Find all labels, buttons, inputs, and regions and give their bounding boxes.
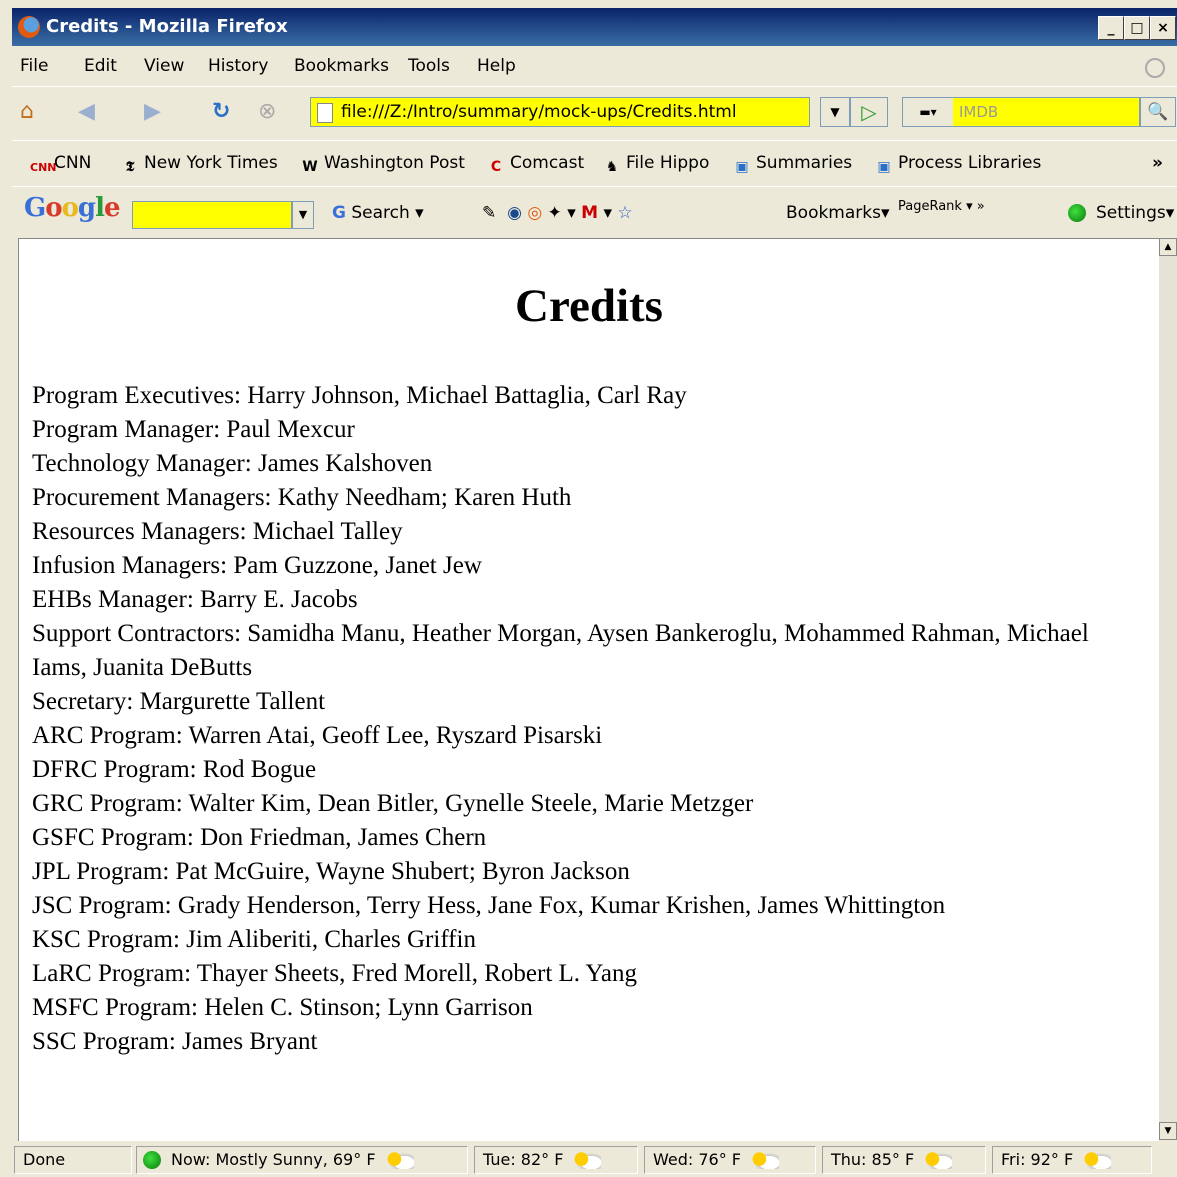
scroll-down-icon[interactable]: ▼ [1159, 1122, 1177, 1140]
maximize-button[interactable]: □ [1124, 16, 1150, 40]
weather-now[interactable]: Now: Mostly Sunny, 69° F [136, 1146, 468, 1174]
google-toolbar: Google ▼ G Search ▾ ✎ ◉ ◎ ✦ ▾ M ▾ ☆ Book… [12, 186, 1177, 235]
vertical-scrollbar[interactable]: ▲ ▼ [1159, 238, 1177, 1140]
page-heading: Credits [515, 280, 663, 332]
credit-line: Program Executives: Harry Johnson, Micha… [32, 382, 687, 409]
pagerank-indicator[interactable]: PageRank ▾ » [898, 199, 985, 214]
title-bar[interactable]: Credits - Mozilla Firefox _ □ × [12, 8, 1177, 46]
forward-icon[interactable]: ▶ [144, 99, 161, 124]
partly-sunny-icon [573, 1151, 602, 1169]
weather-tue[interactable]: Tue: 82° F [474, 1146, 638, 1174]
google-search-dropdown[interactable]: ▼ [292, 201, 314, 229]
credit-line: SSC Program: James Bryant [32, 1028, 318, 1055]
credits-list: Program Executives: Harry Johnson, Micha… [32, 379, 1142, 1059]
cnn-icon: CNN [30, 161, 57, 174]
google-g-icon: G [332, 203, 346, 223]
search-engine-selector[interactable]: ▬▾ [903, 98, 953, 126]
weather-fri[interactable]: Fri: 92° F [992, 1146, 1152, 1174]
page-content: Credits Program Executives: Harry Johnso… [18, 238, 1159, 1141]
partly-sunny-icon [751, 1151, 780, 1169]
navigation-toolbar: ⌂ ◀ ▶ ↻ ⊗ file:///Z:/Intro/summary/mock-… [12, 86, 1177, 139]
partly-sunny-icon [385, 1151, 414, 1169]
credit-line: Secretary: Margurette Tallent [32, 688, 326, 715]
page-bookmark-icon: ▣ [735, 159, 749, 175]
credit-line: Procurement Managers: Kathy Needham; Kar… [32, 484, 572, 511]
stop-icon[interactable]: ⊗ [258, 99, 276, 124]
address-dropdown-button[interactable]: ▼ [820, 97, 850, 127]
google-logo: Google [24, 193, 121, 223]
credit-line: Iams, Juanita DeButts [32, 654, 253, 681]
credit-line: KSC Program: Jim Aliberiti, Charles Grif… [32, 926, 476, 953]
credit-line: GSFC Program: Don Friedman, James Chern [32, 824, 487, 851]
bookmark-new-york-times[interactable]: 𝕿 New York Times [120, 153, 278, 177]
credit-line: ARC Program: Warren Atai, Geoff Lee, Rys… [32, 722, 603, 749]
go-button[interactable]: ▷ [850, 97, 888, 127]
status-bar: Done Now: Mostly Sunny, 69° F Tue: 82° F… [12, 1142, 1177, 1177]
back-icon[interactable]: ◀ [78, 99, 95, 124]
menu-bookmarks[interactable]: Bookmarks [294, 56, 389, 76]
washington-post-icon: W [302, 159, 318, 175]
menu-history[interactable]: History [208, 56, 268, 76]
bookmarks-overflow-icon[interactable]: » [1152, 153, 1163, 173]
browser-window: Credits - Mozilla Firefox _ □ × File Edi… [12, 8, 1177, 1177]
weather-status-icon [143, 1151, 161, 1169]
window-title: Credits - Mozilla Firefox [46, 16, 288, 37]
credit-line: LaRC Program: Thayer Sheets, Fred Morell… [32, 960, 638, 987]
google-search-input[interactable] [132, 201, 292, 229]
address-text[interactable]: file:///Z:/Intro/summary/mock-ups/Credit… [341, 102, 737, 122]
settings-status-icon [1068, 204, 1086, 222]
comcast-icon: C [490, 159, 502, 175]
menu-edit[interactable]: Edit [84, 56, 117, 76]
status-text: Done [14, 1146, 132, 1174]
partly-sunny-icon [924, 1151, 953, 1169]
menu-help[interactable]: Help [477, 56, 516, 76]
close-button[interactable]: × [1150, 16, 1176, 40]
search-box[interactable]: ▬▾ IMDB [902, 97, 1140, 127]
weather-thu[interactable]: Thu: 85° F [822, 1146, 986, 1174]
home-icon[interactable]: ⌂ [20, 99, 34, 124]
credit-line: JPL Program: Pat McGuire, Wayne Shubert;… [32, 858, 630, 885]
credit-line: GRC Program: Walter Kim, Dean Bitler, Gy… [32, 790, 754, 817]
weather-wed[interactable]: Wed: 76° F [644, 1146, 816, 1174]
bookmarks-toolbar: CNNCNN 𝕿 New York Times W Washington Post … [12, 140, 1177, 185]
partly-sunny-icon [1083, 1151, 1112, 1169]
bookmark-comcast[interactable]: C Comcast [486, 153, 584, 177]
throbber-icon [1145, 58, 1165, 78]
bookmark-summaries[interactable]: ▣ Summaries [732, 153, 852, 177]
bookmark-cnn[interactable]: CNNCNN [30, 153, 91, 179]
minimize-button[interactable]: _ [1098, 16, 1124, 40]
credit-line: Infusion Managers: Pam Guzzone, Janet Je… [32, 552, 482, 579]
menu-file[interactable]: File [20, 56, 48, 76]
star-icon: ☆ [617, 203, 633, 223]
search-button[interactable]: 🔍 [1140, 97, 1176, 127]
gmail-icon: M [581, 203, 599, 223]
credit-line: DFRC Program: Rod Bogue [32, 756, 317, 783]
credit-line: Resources Managers: Michael Talley [32, 518, 403, 545]
google-settings-button[interactable]: Settings▾ [1068, 203, 1174, 223]
search-placeholder: IMDB [959, 103, 999, 121]
menu-bar: File Edit View History Bookmarks Tools H… [12, 48, 1177, 84]
reload-icon[interactable]: ↻ [212, 99, 230, 124]
bookmark-process-libraries[interactable]: ▣ Process Libraries [874, 153, 1041, 177]
nyt-icon: 𝕿 [125, 159, 135, 175]
address-bar[interactable]: file:///Z:/Intro/summary/mock-ups/Credit… [310, 97, 810, 127]
firefox-logo-icon [18, 16, 40, 38]
credit-line: Technology Manager: James Kalshoven [32, 450, 433, 477]
credit-line: EHBs Manager: Barry E. Jacobs [32, 586, 358, 613]
page-bookmark-icon: ▣ [877, 159, 891, 175]
credit-line: Support Contractors: Samidha Manu, Heath… [32, 620, 1089, 647]
menu-tools[interactable]: Tools [408, 56, 450, 76]
scroll-up-icon[interactable]: ▲ [1159, 238, 1177, 256]
google-search-button[interactable]: G Search ▾ [332, 203, 424, 223]
credit-line: JSC Program: Grady Henderson, Terry Hess… [32, 892, 946, 919]
bookmark-file-hippo[interactable]: ♞ File Hippo [602, 153, 710, 177]
menu-view[interactable]: View [144, 56, 184, 76]
bookmark-washington-post[interactable]: W Washington Post [300, 153, 465, 177]
credit-line: MSFC Program: Helen C. Stinson; Lynn Gar… [32, 994, 533, 1021]
google-bookmarks-button[interactable]: Bookmarks▾ [786, 203, 890, 223]
credit-line: Program Manager: Paul Mexcur [32, 416, 355, 443]
file-hippo-icon: ♞ [605, 159, 619, 175]
toolbar-buttons-group[interactable]: ✎ ◉ ◎ ✦ ▾ M ▾ ☆ [482, 203, 633, 223]
page-icon [317, 103, 333, 123]
